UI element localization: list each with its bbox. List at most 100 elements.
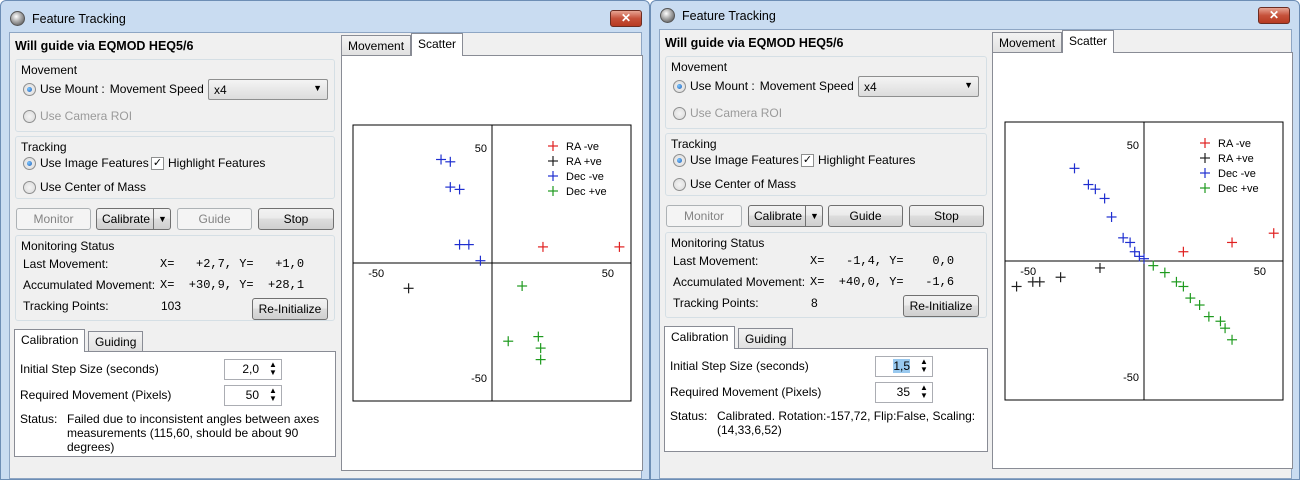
stop-button[interactable]: Stop — [258, 208, 334, 230]
tracking-group-title: Tracking — [21, 140, 67, 154]
tracking-group-title: Tracking — [671, 137, 717, 151]
window-client-area: Will guide via EQMOD HEQ5/6 Movement Use… — [659, 29, 1293, 479]
movement-speed-label: Movement Speed — [759, 79, 854, 93]
close-button[interactable]: ✕ — [610, 10, 642, 27]
use-image-features-radio[interactable]: Use Image Features — [673, 153, 799, 167]
initial-step-size-label: Initial Step Size (seconds) — [20, 362, 159, 376]
legend-entry: RA -ve — [566, 141, 599, 153]
guide-button[interactable]: Guide — [828, 205, 903, 227]
movement-speed-select[interactable]: x4 ▼ — [858, 76, 979, 97]
monitor-button[interactable]: Monitor — [666, 205, 742, 227]
window-title: Feature Tracking — [32, 12, 126, 26]
tracking-group: Tracking Use Image Features ✓ Highlight … — [15, 136, 335, 199]
feature-tracking-window-left: Feature Tracking ✕ Will guide via EQMOD … — [0, 0, 650, 480]
reinitialize-button[interactable]: Re-Initialize — [252, 298, 328, 320]
legend-entry: RA -ve — [1218, 138, 1251, 150]
last-movement-label: Last Movement: — [673, 254, 759, 268]
use-camera-roi-radio[interactable]: Use Camera ROI — [23, 109, 132, 123]
use-center-of-mass-radio[interactable]: Use Center of Mass — [673, 177, 796, 191]
checkmark-icon: ✓ — [151, 156, 164, 170]
tab-guiding[interactable]: Guiding — [88, 331, 144, 352]
spinner-arrows-icon[interactable]: ▲ ▼ — [267, 387, 279, 403]
movement-speed-label: Movement Speed — [109, 82, 204, 96]
spinner-arrows-icon[interactable]: ▲ ▼ — [267, 361, 279, 377]
tab-calibration[interactable]: Calibration — [664, 326, 736, 349]
radio-checked-icon — [673, 153, 686, 167]
dropdown-arrow-icon[interactable]: ▼ — [153, 209, 171, 229]
window-client-area: Will guide via EQMOD HEQ5/6 Movement Use… — [9, 32, 643, 479]
last-movement-value: X= -1,4, Y= 0,0 — [810, 254, 955, 268]
last-movement-value: X= +2,7, Y= +1,0 — [160, 257, 305, 271]
calibrate-label: Calibrate — [754, 209, 803, 223]
use-center-of-mass-label: Use Center of Mass — [40, 180, 147, 194]
tab-scatter[interactable]: Scatter — [1062, 30, 1115, 53]
initial-step-size-value: 1,5 — [893, 359, 910, 373]
movement-group: Movement Use Mount : Movement Speed x4 ▼… — [15, 59, 335, 132]
x-tick-label: 50 — [1254, 266, 1266, 278]
use-camera-roi-radio[interactable]: Use Camera ROI — [673, 106, 782, 120]
dropdown-arrow-icon[interactable]: ▼ — [805, 206, 823, 226]
highlight-features-checkbox[interactable]: ✓ Highlight Features — [151, 156, 265, 170]
radio-unchecked-icon — [23, 109, 36, 123]
close-button[interactable]: ✕ — [1258, 7, 1290, 24]
tab-movement[interactable]: Movement — [341, 35, 412, 56]
use-camera-roi-label: Use Camera ROI — [40, 109, 133, 123]
spinner-arrows-icon[interactable]: ▲ ▼ — [918, 384, 930, 400]
initial-step-size-spinner[interactable]: 2,0 ▲ ▼ — [224, 359, 282, 380]
movement-speed-select[interactable]: x4 ▼ — [208, 79, 328, 100]
app-icon — [10, 11, 25, 26]
monitor-button[interactable]: Monitor — [16, 208, 91, 230]
required-movement-label: Required Movement (Pixels) — [670, 385, 822, 399]
radio-checked-icon — [23, 156, 36, 170]
scatter-panel: -50 50 50 -50 RA -ve RA +ve Dec -ve Dec +ve — [992, 52, 1293, 469]
monitoring-status-title: Monitoring Status — [671, 236, 765, 250]
monitoring-status-group: Monitoring Status Last Movement: X= +2,7… — [15, 235, 335, 321]
tab-guiding[interactable]: Guiding — [738, 328, 794, 349]
radio-unchecked-icon — [23, 180, 36, 194]
calibration-status-text: Calibrated. Rotation:-157,72, Flip:False… — [717, 409, 976, 437]
monitoring-status-title: Monitoring Status — [21, 239, 115, 253]
checkmark-icon: ✓ — [801, 153, 814, 167]
required-movement-label: Required Movement (Pixels) — [20, 388, 172, 402]
scatter-panel: -50 50 50 -50 RA -ve RA +ve Dec -ve Dec +ve — [341, 55, 643, 471]
use-image-features-label: Use Image Features — [690, 153, 799, 167]
use-image-features-radio[interactable]: Use Image Features — [23, 156, 149, 170]
initial-step-size-label: Initial Step Size (seconds) — [670, 359, 809, 373]
use-camera-roi-label: Use Camera ROI — [690, 106, 783, 120]
scatter-chart: -50 50 50 -50 RA -ve RA +ve Dec -ve Dec +ve — [1004, 121, 1284, 401]
legend-entry: RA +ve — [1218, 153, 1254, 165]
y-tick-label: -50 — [471, 373, 487, 385]
status-label: Status: — [20, 412, 58, 426]
calibrate-split-button[interactable]: Calibrate ▼ — [748, 205, 823, 227]
spinner-arrows-icon[interactable]: ▲ ▼ — [918, 358, 930, 374]
legend-entry: Dec +ve — [1218, 183, 1259, 195]
tab-scatter[interactable]: Scatter — [411, 33, 464, 56]
guide-button[interactable]: Guide — [177, 208, 252, 230]
movement-group-title: Movement — [671, 60, 728, 74]
initial-step-size-spinner[interactable]: 1,5 ▲ ▼ — [875, 356, 933, 377]
movement-group-title: Movement — [21, 63, 78, 77]
calibrate-split-button[interactable]: Calibrate ▼ — [96, 208, 171, 230]
tab-movement[interactable]: Movement — [992, 32, 1063, 53]
x-tick-label: 50 — [602, 268, 614, 280]
use-mount-radio[interactable]: Use Mount : Movement Speed — [23, 82, 204, 96]
use-center-of-mass-radio[interactable]: Use Center of Mass — [23, 180, 146, 194]
stop-button[interactable]: Stop — [909, 205, 984, 227]
guide-via-label: Will guide via EQMOD HEQ5/6 — [665, 36, 844, 50]
tab-calibration[interactable]: Calibration — [14, 329, 86, 352]
required-movement-spinner[interactable]: 50 ▲ ▼ — [224, 385, 282, 406]
required-movement-spinner[interactable]: 35 ▲ ▼ — [875, 382, 933, 403]
dropdown-arrow-icon: ▼ — [313, 83, 322, 93]
y-tick-label: 50 — [475, 143, 487, 155]
highlight-features-checkbox[interactable]: ✓ Highlight Features — [801, 153, 915, 167]
app-icon — [660, 8, 675, 23]
window-title: Feature Tracking — [682, 9, 776, 23]
use-mount-radio[interactable]: Use Mount : Movement Speed — [673, 79, 854, 93]
accumulated-movement-value: X= +40,0, Y= -1,6 — [810, 275, 955, 289]
calibration-status-text: Failed due to inconsistent angles betwee… — [67, 412, 320, 454]
calibration-panel: Initial Step Size (seconds) 1,5 ▲ ▼ Requi… — [664, 348, 988, 452]
use-center-of-mass-label: Use Center of Mass — [690, 177, 797, 191]
x-tick-label: -50 — [368, 268, 384, 280]
reinitialize-button[interactable]: Re-Initialize — [903, 295, 979, 317]
last-movement-label: Last Movement: — [23, 257, 109, 271]
